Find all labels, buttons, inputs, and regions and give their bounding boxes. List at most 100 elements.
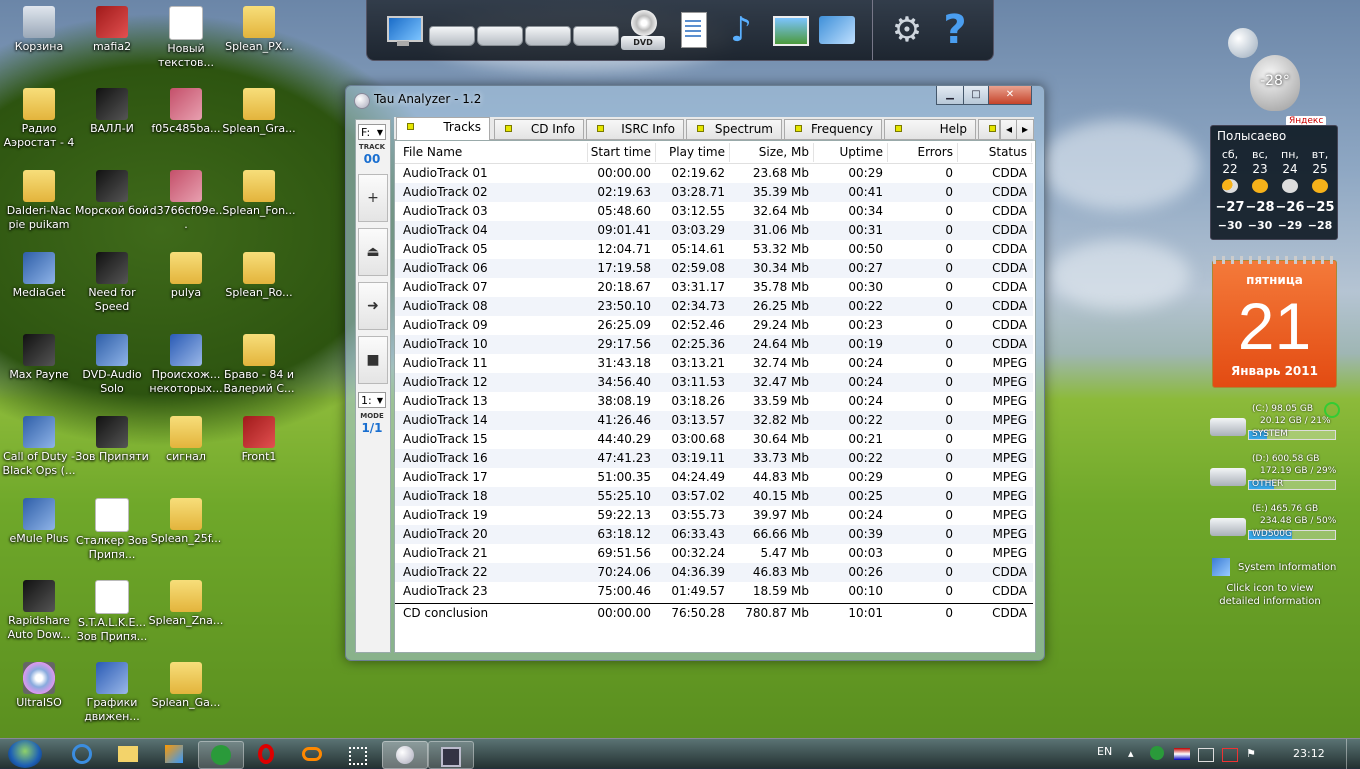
column-header-file-name[interactable]: File Name [403,143,588,162]
media-icon[interactable] [152,741,196,767]
desktop-icon[interactable]: eMule Plus [0,494,78,572]
tray-network-icon[interactable] [1198,748,1214,762]
drive-icon[interactable] [477,26,523,46]
help-icon[interactable]: ? [935,10,975,50]
desktop-icon[interactable]: Front1 [220,412,298,490]
tray-flag-icon[interactable] [1174,748,1190,760]
maximize-button[interactable]: □ [963,86,989,105]
desktop-icon[interactable]: MediaGet [0,248,78,326]
table-row[interactable]: AudioTrack 07 20:18.67 03:31.17 35.78 Mb 00:… [395,278,1033,297]
table-row[interactable]: AudioTrack 05 12:04.71 05:14.61 53.32 Mb 00:… [395,240,1033,259]
eject-button[interactable]: ⏏ [358,228,388,276]
utorrent-icon[interactable] [198,741,244,769]
column-header-play-time[interactable]: Play time [657,143,730,162]
desktop-icon[interactable]: UltraISO [0,658,78,736]
tab-isrc-info[interactable]: ISRC Info [586,119,684,139]
desktop-icon[interactable]: d3766cf09e... [147,166,225,244]
picture-icon[interactable] [769,10,809,50]
music-note-icon[interactable]: ♪ [721,10,761,50]
start-orb-icon[interactable] [8,740,42,768]
desktop-icon[interactable]: Морской бой [73,166,151,244]
desktop-icon[interactable]: ВАЛЛ-И [73,84,151,162]
drive-icon[interactable] [525,26,571,46]
stop-button[interactable]: ■ [358,336,388,384]
desktop-icon[interactable]: pulya [147,248,225,326]
table-row[interactable]: AudioTrack 20 63:18.12 06:33.43 66.66 Mb 00:… [395,525,1033,544]
tab-partial[interactable] [978,119,1000,139]
column-header-uptime[interactable]: Uptime [815,143,888,162]
column-header-size[interactable]: Size, Mb [731,143,814,162]
mode-select[interactable]: 1: ▼ [358,392,386,408]
drive-select[interactable]: F: ▼ [358,124,386,140]
desktop-icon[interactable]: Графики движен... [73,658,151,736]
ie-icon[interactable] [60,741,104,767]
table-row[interactable]: AudioTrack 13 38:08.19 03:18.26 33.59 Mb 00:… [395,392,1033,411]
table-row[interactable]: AudioTrack 19 59:22.13 03:55.73 39.97 Mb 00:… [395,506,1033,525]
dvd-drive-icon[interactable]: DVD [621,10,665,50]
desktop-icon[interactable]: Call of Duty - Black Ops (... [0,412,78,490]
drive-gadget[interactable]: (E:) 465.76 GB 234.48 GB / 50% WD500G [1210,504,1340,548]
drive-icon[interactable] [573,26,619,46]
desktop-icon[interactable]: Splean_PX... [220,2,298,80]
gear-icon[interactable]: ⚙ [887,10,927,50]
tab-cd-info[interactable]: CD Info [494,119,584,139]
close-button[interactable]: ✕ [988,86,1032,105]
monitor-icon[interactable] [383,10,423,50]
language-indicator[interactable]: EN [1097,745,1112,758]
opera-icon[interactable] [244,741,288,767]
desktop-icon[interactable]: сигнал [147,412,225,490]
summary-row[interactable]: CD conclusion 00:00.00 76:50.28 780.87 Mb 10… [395,603,1033,623]
table-row[interactable]: AudioTrack 04 09:01.41 03:03.29 31.06 Mb 00:… [395,221,1033,240]
desktop-icon[interactable]: Зов Припяти [73,412,151,490]
desktop-icon[interactable]: DVD-Audio Solo [73,330,151,408]
column-header-status[interactable]: Status [961,143,1032,162]
table-row[interactable]: AudioTrack 06 17:19.58 02:59.08 30.34 Mb 00:… [395,259,1033,278]
tab-tracks[interactable]: Tracks [396,117,490,140]
media-player-taskbar-button[interactable] [428,741,474,769]
table-row[interactable]: AudioTrack 08 23:50.10 02:34.73 26.25 Mb 00:… [395,297,1033,316]
drive-gadget[interactable]: (D:) 600.58 GB 172.19 GB / 29% OTHER [1210,454,1340,498]
desktop-icon[interactable]: Splean_Fon... [220,166,298,244]
network-icon[interactable] [817,10,857,50]
table-row[interactable]: AudioTrack 16 47:41.23 03:19.11 33.73 Mb 00:… [395,449,1033,468]
table-row[interactable]: AudioTrack 17 51:00.35 04:24.49 44.83 Mb 00:… [395,468,1033,487]
desktop-icon[interactable]: Rapidshare Auto Dow... [0,576,78,654]
desktop-icon[interactable]: Сталкер Зов Припя... [73,494,151,572]
table-row[interactable]: AudioTrack 02 02:19.63 03:28.71 35.39 Mb 00:… [395,183,1033,202]
calendar-gadget[interactable]: пятница 21 Январь 2011 [1212,256,1337,388]
taskbar-clock[interactable]: 23:12 [1293,747,1325,760]
table-row[interactable]: AudioTrack 22 70:24.06 04:36.39 46.83 Mb 00:… [395,563,1033,582]
tau-analyzer-taskbar-button[interactable] [382,741,428,769]
desktop-icon[interactable]: Новый текстов... [147,2,225,80]
table-row[interactable]: AudioTrack 12 34:56.40 03:11.53 32.47 Mb 00:… [395,373,1033,392]
grid-icon[interactable] [336,741,380,767]
balloon-icon[interactable]: -28° [1250,55,1300,111]
table-row[interactable]: AudioTrack 10 29:17.56 02:25.36 24.64 Mb 00:… [395,335,1033,354]
refresh-icon[interactable] [1324,402,1340,418]
table-row[interactable]: AudioTrack 09 26:25.09 02:52.46 29.24 Mb 00:… [395,316,1033,335]
desktop-icon[interactable]: Браво - 84 и Валерий С... [220,330,298,408]
desktop-icon[interactable]: Корзина [0,2,78,80]
link-icon[interactable] [290,741,334,767]
desktop-icon[interactable]: Splean_Ro... [220,248,298,326]
tab-help[interactable]: Help [884,119,976,139]
desktop-icon[interactable]: S.T.A.L.K.E... Зов Припя... [73,576,151,654]
table-row[interactable]: AudioTrack 14 41:26.46 03:13.57 32.82 Mb 00:… [395,411,1033,430]
explorer-icon[interactable] [106,741,150,767]
desktop-icon[interactable]: Max Payne [0,330,78,408]
tray-utorrent-icon[interactable] [1150,746,1164,760]
desktop-icon[interactable]: Dalderi-Nac pie puikam [0,166,78,244]
tab-frequency[interactable]: Frequency [784,119,882,139]
table-row[interactable]: AudioTrack 11 31:43.18 03:13.21 32.74 Mb 00:… [395,354,1033,373]
desktop-icon[interactable]: Splean_25f... [147,494,225,572]
desktop-icon[interactable]: Need for Speed [73,248,151,326]
table-row[interactable]: AudioTrack 15 44:40.29 03:00.68 30.64 Mb 00:… [395,430,1033,449]
desktop-icon[interactable]: Радио Аэростат - 4 [0,84,78,162]
desktop-icon[interactable]: Splean_Ga... [147,658,225,736]
tray-action-center-icon[interactable] [1222,748,1238,762]
desktop-icon[interactable]: mafia2 [73,2,151,80]
table-row[interactable]: AudioTrack 18 55:25.10 03:57.02 40.15 Mb 00:… [395,487,1033,506]
minimize-button[interactable]: ▁ [936,86,964,105]
desktop-icon[interactable]: Splean_Zna... [147,576,225,654]
column-header-errors[interactable]: Errors [889,143,958,162]
